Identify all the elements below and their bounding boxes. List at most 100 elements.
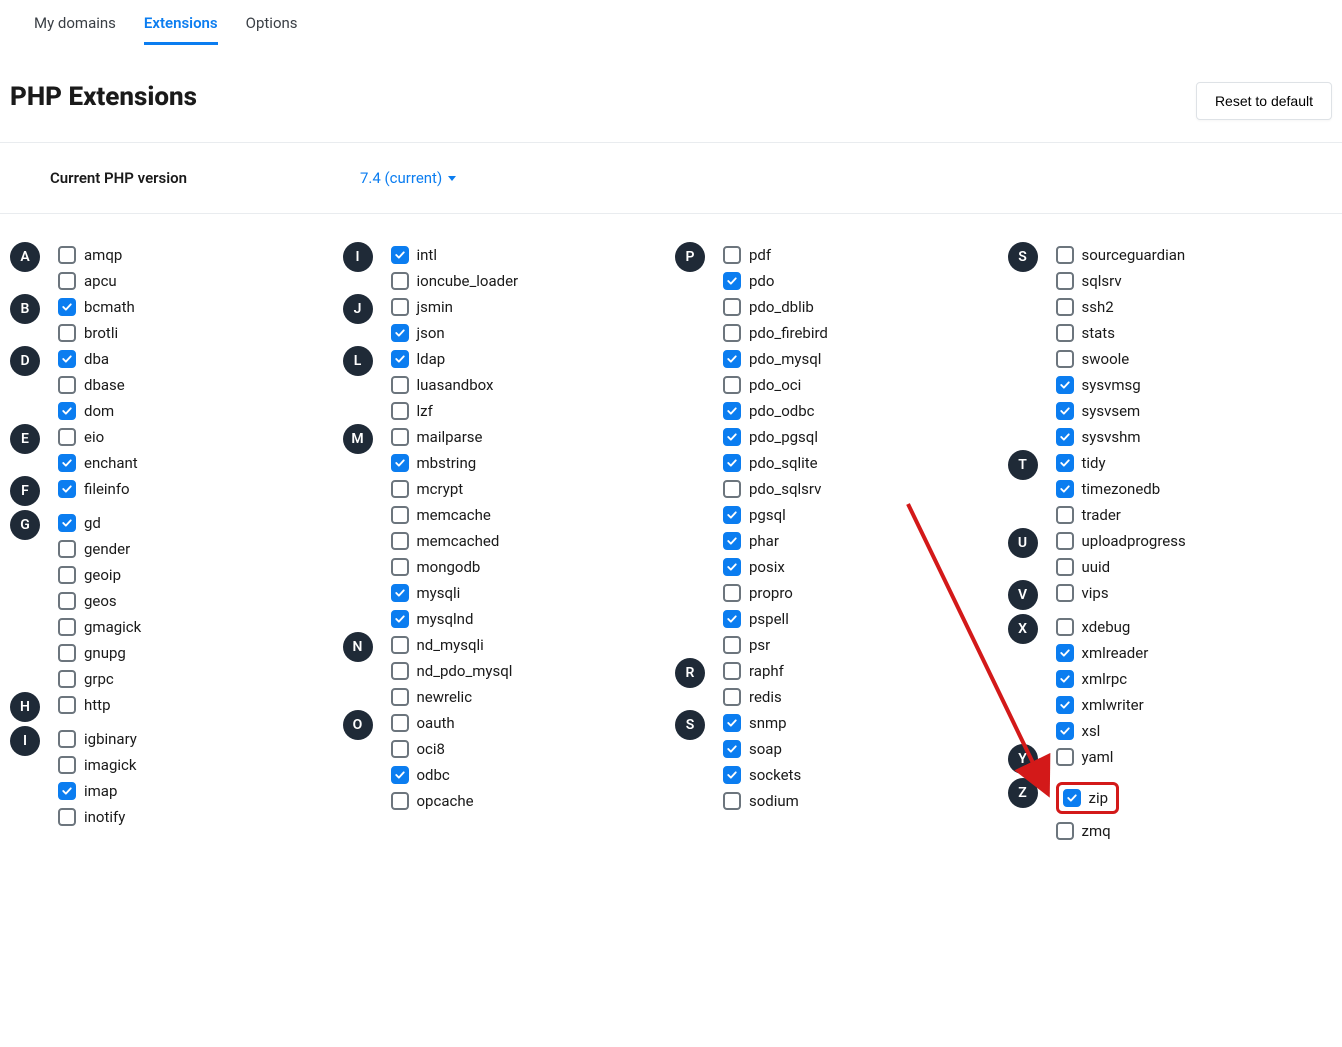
- extension-checkbox-inotify[interactable]: inotify: [58, 808, 137, 826]
- extension-checkbox-imap[interactable]: imap: [58, 782, 137, 800]
- letter-group: Mmailparsembstringmcryptmemcachememcache…: [343, 428, 668, 628]
- extension-checkbox-xmlwriter[interactable]: xmlwriter: [1056, 696, 1149, 714]
- tab-options[interactable]: Options: [246, 0, 298, 45]
- extension-checkbox-pdo_pgsql[interactable]: pdo_pgsql: [723, 428, 828, 446]
- extension-checkbox-brotli[interactable]: brotli: [58, 324, 135, 342]
- extension-checkbox-zmq[interactable]: zmq: [1056, 822, 1120, 840]
- extension-checkbox-xmlrpc[interactable]: xmlrpc: [1056, 670, 1149, 688]
- extension-checkbox-amqp[interactable]: amqp: [58, 246, 122, 264]
- extension-checkbox-tidy[interactable]: tidy: [1056, 454, 1161, 472]
- extension-checkbox-redis[interactable]: redis: [723, 688, 784, 706]
- tab-my-domains[interactable]: My domains: [34, 0, 116, 45]
- extension-checkbox-uuid[interactable]: uuid: [1056, 558, 1186, 576]
- extension-checkbox-lzf[interactable]: lzf: [391, 402, 494, 420]
- extension-checkbox-newrelic[interactable]: newrelic: [391, 688, 513, 706]
- extension-checkbox-memcache[interactable]: memcache: [391, 506, 500, 524]
- extension-checkbox-pdo_sqlsrv[interactable]: pdo_sqlsrv: [723, 480, 828, 498]
- extension-checkbox-fileinfo[interactable]: fileinfo: [58, 480, 130, 498]
- extension-checkbox-pdo_dblib[interactable]: pdo_dblib: [723, 298, 828, 316]
- extension-checkbox-gender[interactable]: gender: [58, 540, 141, 558]
- extension-checkbox-pgsql[interactable]: pgsql: [723, 506, 828, 524]
- extension-checkbox-odbc[interactable]: odbc: [391, 766, 474, 784]
- extension-checkbox-raphf[interactable]: raphf: [723, 662, 784, 680]
- extension-checkbox-opcache[interactable]: opcache: [391, 792, 474, 810]
- extension-checkbox-swoole[interactable]: swoole: [1056, 350, 1186, 368]
- extension-checkbox-xsl[interactable]: xsl: [1056, 722, 1149, 740]
- extension-checkbox-json[interactable]: json: [391, 324, 453, 342]
- extension-checkbox-dba[interactable]: dba: [58, 350, 125, 368]
- extension-checkbox-grpc[interactable]: grpc: [58, 670, 141, 688]
- extension-checkbox-mongodb[interactable]: mongodb: [391, 558, 500, 576]
- extension-checkbox-gd[interactable]: gd: [58, 514, 141, 532]
- extension-checkbox-xdebug[interactable]: xdebug: [1056, 618, 1149, 636]
- extension-checkbox-luasandbox[interactable]: luasandbox: [391, 376, 494, 394]
- extension-checkbox-vips[interactable]: vips: [1056, 584, 1109, 602]
- extension-checkbox-pdo_sqlite[interactable]: pdo_sqlite: [723, 454, 828, 472]
- extension-checkbox-sysvmsg[interactable]: sysvmsg: [1056, 376, 1186, 394]
- extension-checkbox-sqlsrv[interactable]: sqlsrv: [1056, 272, 1186, 290]
- extension-checkbox-pspell[interactable]: pspell: [723, 610, 828, 628]
- tab-extensions[interactable]: Extensions: [144, 0, 218, 45]
- letter-badge: D: [10, 346, 40, 376]
- extension-checkbox-soap[interactable]: soap: [723, 740, 801, 758]
- extension-checkbox-psr[interactable]: psr: [723, 636, 828, 654]
- extension-checkbox-propro[interactable]: propro: [723, 584, 828, 602]
- extension-checkbox-trader[interactable]: trader: [1056, 506, 1161, 524]
- extension-checkbox-sysvshm[interactable]: sysvshm: [1056, 428, 1186, 446]
- extension-checkbox-apcu[interactable]: apcu: [58, 272, 122, 290]
- extension-label: mailparse: [417, 428, 483, 446]
- extension-checkbox-snmp[interactable]: snmp: [723, 714, 801, 732]
- extension-checkbox-enchant[interactable]: enchant: [58, 454, 138, 472]
- extension-checkbox-pdo_odbc[interactable]: pdo_odbc: [723, 402, 828, 420]
- extension-checkbox-bcmath[interactable]: bcmath: [58, 298, 135, 316]
- extension-checkbox-posix[interactable]: posix: [723, 558, 828, 576]
- extension-checkbox-mcrypt[interactable]: mcrypt: [391, 480, 500, 498]
- extension-checkbox-dom[interactable]: dom: [58, 402, 125, 420]
- extension-checkbox-oauth[interactable]: oauth: [391, 714, 474, 732]
- extension-checkbox-ssh2[interactable]: ssh2: [1056, 298, 1186, 316]
- extension-checkbox-pdo_firebird[interactable]: pdo_firebird: [723, 324, 828, 342]
- extension-checkbox-uploadprogress[interactable]: uploadprogress: [1056, 532, 1186, 550]
- extension-checkbox-jsmin[interactable]: jsmin: [391, 298, 453, 316]
- extension-checkbox-xmlreader[interactable]: xmlreader: [1056, 644, 1149, 662]
- extension-checkbox-nd_pdo_mysql[interactable]: nd_pdo_mysql: [391, 662, 513, 680]
- extension-checkbox-pdo_mysql[interactable]: pdo_mysql: [723, 350, 828, 368]
- extension-checkbox-yaml[interactable]: yaml: [1056, 748, 1114, 766]
- extension-checkbox-mbstring[interactable]: mbstring: [391, 454, 500, 472]
- extension-checkbox-dbase[interactable]: dbase: [58, 376, 125, 394]
- checkbox-icon: [723, 584, 741, 602]
- extension-checkbox-pdo[interactable]: pdo: [723, 272, 828, 290]
- php-version-value: 7.4 (current): [360, 169, 442, 187]
- extension-checkbox-gmagick[interactable]: gmagick: [58, 618, 141, 636]
- reset-to-default-button[interactable]: Reset to default: [1196, 82, 1332, 120]
- extension-checkbox-zip[interactable]: zip: [1063, 789, 1109, 807]
- checkbox-icon: [58, 696, 76, 714]
- extension-checkbox-igbinary[interactable]: igbinary: [58, 730, 137, 748]
- extension-checkbox-imagick[interactable]: imagick: [58, 756, 137, 774]
- extension-checkbox-stats[interactable]: stats: [1056, 324, 1186, 342]
- extension-checkbox-mysqlnd[interactable]: mysqlnd: [391, 610, 500, 628]
- extension-checkbox-mysqli[interactable]: mysqli: [391, 584, 500, 602]
- extension-checkbox-geoip[interactable]: geoip: [58, 566, 141, 584]
- extension-checkbox-ioncube_loader[interactable]: ioncube_loader: [391, 272, 519, 290]
- extension-checkbox-timezonedb[interactable]: timezonedb: [1056, 480, 1161, 498]
- extension-checkbox-memcached[interactable]: memcached: [391, 532, 500, 550]
- extension-checkbox-mailparse[interactable]: mailparse: [391, 428, 500, 446]
- extension-checkbox-pdf[interactable]: pdf: [723, 246, 828, 264]
- extension-checkbox-sodium[interactable]: sodium: [723, 792, 801, 810]
- extension-checkbox-ldap[interactable]: ldap: [391, 350, 494, 368]
- php-version-dropdown[interactable]: 7.4 (current): [360, 169, 456, 187]
- extension-checkbox-gnupg[interactable]: gnupg: [58, 644, 141, 662]
- extension-checkbox-intl[interactable]: intl: [391, 246, 519, 264]
- extension-label: enchant: [84, 454, 138, 472]
- extension-checkbox-geos[interactable]: geos: [58, 592, 141, 610]
- extension-checkbox-phar[interactable]: phar: [723, 532, 828, 550]
- extension-checkbox-pdo_oci[interactable]: pdo_oci: [723, 376, 828, 394]
- extension-checkbox-sockets[interactable]: sockets: [723, 766, 801, 784]
- extension-checkbox-http[interactable]: http: [58, 696, 111, 714]
- extension-checkbox-sourceguardian[interactable]: sourceguardian: [1056, 246, 1186, 264]
- extension-checkbox-oci8[interactable]: oci8: [391, 740, 474, 758]
- extension-checkbox-eio[interactable]: eio: [58, 428, 138, 446]
- extension-checkbox-nd_mysqli[interactable]: nd_mysqli: [391, 636, 513, 654]
- extension-checkbox-sysvsem[interactable]: sysvsem: [1056, 402, 1186, 420]
